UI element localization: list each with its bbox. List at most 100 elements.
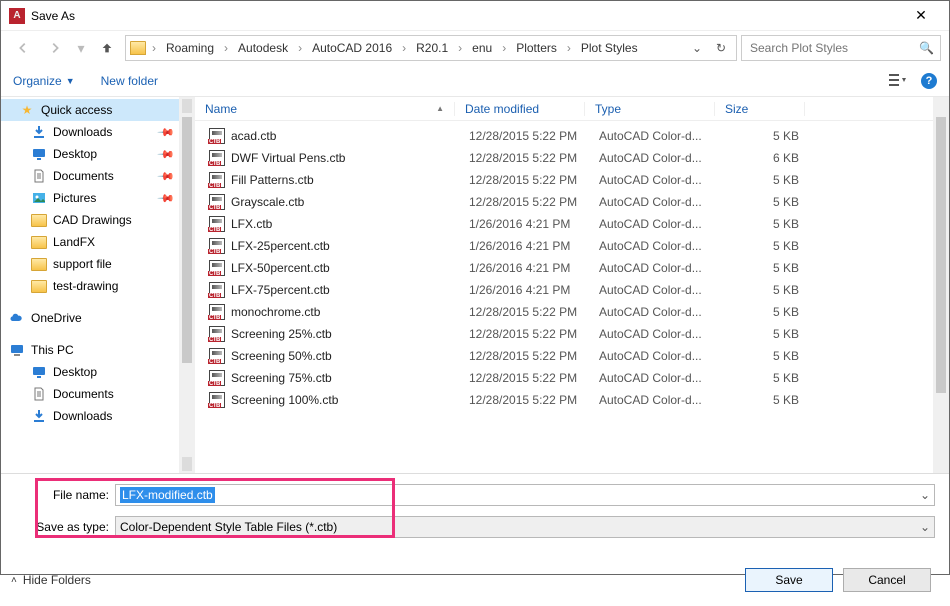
- column-header-date[interactable]: Date modified: [455, 102, 585, 116]
- breadcrumb[interactable]: Plotters: [510, 38, 563, 58]
- file-date: 1/26/2016 4:21 PM: [459, 283, 589, 297]
- breadcrumb[interactable]: enu: [466, 38, 498, 58]
- save-type-field[interactable]: Color-Dependent Style Table Files (*.ctb…: [115, 516, 935, 538]
- file-name-field[interactable]: LFX-modified.ctb ⌄: [115, 484, 935, 506]
- sidebar-item-desktop[interactable]: Desktop 📌: [1, 143, 179, 165]
- search-icon: 🔍: [919, 41, 934, 55]
- file-name: Screening 50%.ctb: [231, 349, 332, 363]
- table-row[interactable]: LFX-25percent.ctb1/26/2016 4:21 PMAutoCA…: [195, 235, 949, 257]
- chevron-right-icon[interactable]: ›: [296, 41, 304, 55]
- breadcrumb[interactable]: AutoCAD 2016: [306, 38, 398, 58]
- breadcrumb[interactable]: R20.1: [410, 38, 454, 58]
- sidebar-item-pc-desktop[interactable]: Desktop: [1, 361, 179, 383]
- pin-icon: 📌: [157, 189, 176, 208]
- sidebar-item-downloads[interactable]: Downloads 📌: [1, 121, 179, 143]
- file-type: AutoCAD Color-d...: [589, 129, 719, 143]
- new-folder-button[interactable]: New folder: [101, 74, 158, 88]
- file-date: 1/26/2016 4:21 PM: [459, 261, 589, 275]
- sidebar-item-label: Documents: [53, 387, 114, 401]
- cancel-button[interactable]: Cancel: [843, 568, 931, 592]
- column-header-name[interactable]: Name ▲: [195, 102, 455, 116]
- pin-icon: 📌: [157, 123, 176, 142]
- search-input[interactable]: [748, 40, 919, 56]
- file-size: 5 KB: [719, 349, 809, 363]
- table-row[interactable]: Screening 100%.ctb12/28/2015 5:22 PMAuto…: [195, 389, 949, 411]
- file-name-value[interactable]: LFX-modified.ctb: [120, 487, 215, 503]
- filelist-scrollbar[interactable]: [933, 97, 949, 473]
- back-button[interactable]: [9, 35, 37, 61]
- table-row[interactable]: Screening 50%.ctb12/28/2015 5:22 PMAutoC…: [195, 345, 949, 367]
- column-header-type[interactable]: Type: [585, 102, 715, 116]
- sidebar-item-landfx[interactable]: LandFX: [1, 231, 179, 253]
- search-box[interactable]: 🔍: [741, 35, 941, 61]
- table-row[interactable]: LFX-50percent.ctb1/26/2016 4:21 PMAutoCA…: [195, 257, 949, 279]
- help-button[interactable]: ?: [921, 73, 937, 89]
- table-row[interactable]: LFX.ctb1/26/2016 4:21 PMAutoCAD Color-d.…: [195, 213, 949, 235]
- column-headers: Name ▲ Date modified Type Size: [195, 97, 949, 121]
- close-button[interactable]: ✕: [901, 7, 941, 24]
- table-row[interactable]: Screening 25%.ctb12/28/2015 5:22 PMAutoC…: [195, 323, 949, 345]
- sidebar-item-label: This PC: [31, 343, 74, 357]
- sidebar-group-this-pc[interactable]: This PC: [1, 339, 179, 361]
- sidebar-item-label: support file: [53, 257, 112, 271]
- table-row[interactable]: Fill Patterns.ctb12/28/2015 5:22 PMAutoC…: [195, 169, 949, 191]
- file-name: Fill Patterns.ctb: [231, 173, 314, 187]
- ctb-file-icon: [209, 238, 225, 254]
- chevron-right-icon[interactable]: ›: [456, 41, 464, 55]
- table-row[interactable]: Grayscale.ctb12/28/2015 5:22 PMAutoCAD C…: [195, 191, 949, 213]
- save-label: Save: [775, 573, 802, 587]
- column-header-size[interactable]: Size: [715, 102, 805, 116]
- organize-menu[interactable]: Organize ▼: [13, 74, 75, 88]
- sidebar-item-quick-access[interactable]: ★ Quick access: [1, 99, 179, 121]
- chevron-right-icon[interactable]: ›: [565, 41, 573, 55]
- file-type: AutoCAD Color-d...: [589, 173, 719, 187]
- breadcrumb[interactable]: Roaming: [160, 38, 220, 58]
- file-date: 12/28/2015 5:22 PM: [459, 349, 589, 363]
- up-button[interactable]: [93, 35, 121, 61]
- sidebar-item-test-drawing[interactable]: test-drawing: [1, 275, 179, 297]
- column-label: Type: [595, 102, 621, 116]
- refresh-button[interactable]: ↻: [710, 41, 732, 55]
- table-row[interactable]: acad.ctb12/28/2015 5:22 PMAutoCAD Color-…: [195, 125, 949, 147]
- breadcrumb[interactable]: Autodesk: [232, 38, 294, 58]
- breadcrumb[interactable]: Plot Styles: [575, 38, 644, 58]
- address-bar[interactable]: › Roaming › Autodesk › AutoCAD 2016 › R2…: [125, 35, 737, 61]
- chevron-right-icon[interactable]: ›: [150, 41, 158, 55]
- chevron-down-icon[interactable]: ⌄: [916, 488, 930, 502]
- file-size: 5 KB: [719, 327, 809, 341]
- address-dropdown[interactable]: ⌄: [686, 41, 708, 55]
- file-type: AutoCAD Color-d...: [589, 151, 719, 165]
- chevron-right-icon[interactable]: ›: [400, 41, 408, 55]
- sidebar-item-pictures[interactable]: Pictures 📌: [1, 187, 179, 209]
- file-size: 6 KB: [719, 151, 809, 165]
- file-date: 12/28/2015 5:22 PM: [459, 151, 589, 165]
- window-title: Save As: [31, 9, 901, 23]
- sidebar-item-pc-downloads[interactable]: Downloads: [1, 405, 179, 427]
- column-label: Name: [205, 102, 237, 116]
- sidebar-item-pc-documents[interactable]: Documents: [1, 383, 179, 405]
- chevron-right-icon[interactable]: ›: [222, 41, 230, 55]
- sidebar-group-onedrive[interactable]: OneDrive: [1, 307, 179, 329]
- forward-button[interactable]: [41, 35, 69, 61]
- table-row[interactable]: DWF Virtual Pens.ctb12/28/2015 5:22 PMAu…: [195, 147, 949, 169]
- table-row[interactable]: Screening 75%.ctb12/28/2015 5:22 PMAutoC…: [195, 367, 949, 389]
- save-button[interactable]: Save: [745, 568, 833, 592]
- app-icon: [9, 8, 25, 24]
- toolbar: Organize ▼ New folder ?: [1, 65, 949, 97]
- sidebar-item-cad-drawings[interactable]: CAD Drawings: [1, 209, 179, 231]
- download-icon: [31, 408, 47, 424]
- table-row[interactable]: LFX-75percent.ctb1/26/2016 4:21 PMAutoCA…: [195, 279, 949, 301]
- recent-dropdown[interactable]: ▾: [73, 35, 89, 61]
- ctb-file-icon: [209, 392, 225, 408]
- sidebar-item-support-file[interactable]: support file: [1, 253, 179, 275]
- new-folder-label: New folder: [101, 74, 158, 88]
- chevron-right-icon[interactable]: ›: [500, 41, 508, 55]
- sidebar-item-documents[interactable]: Documents 📌: [1, 165, 179, 187]
- view-options-button[interactable]: [889, 73, 907, 89]
- table-row[interactable]: monochrome.ctb12/28/2015 5:22 PMAutoCAD …: [195, 301, 949, 323]
- chevron-down-icon[interactable]: ⌄: [916, 520, 930, 534]
- pin-icon: 📌: [157, 145, 176, 164]
- folder-icon: [31, 258, 47, 271]
- sidebar-scrollbar[interactable]: [179, 97, 195, 473]
- hide-folders-button[interactable]: ˄ Hide Folders: [11, 573, 91, 587]
